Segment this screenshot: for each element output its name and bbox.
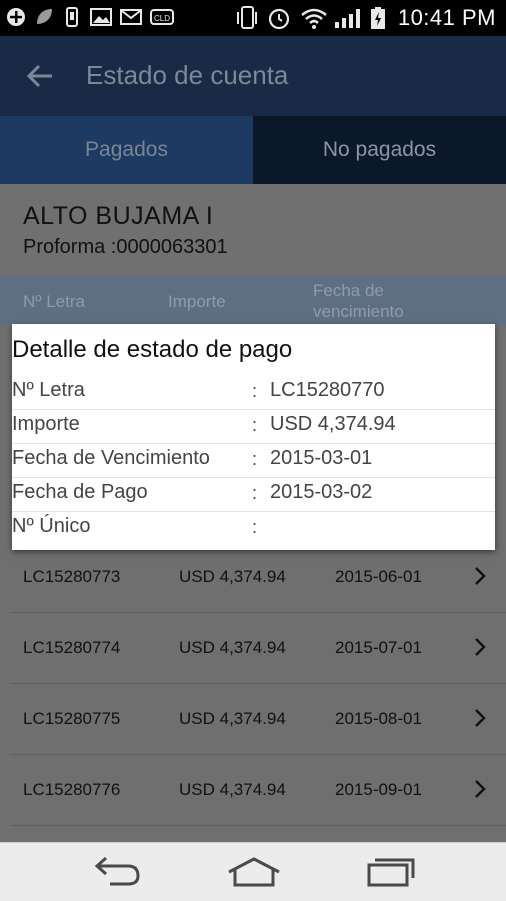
column-importe: Importe (168, 292, 226, 311)
list-item[interactable]: LC15280773 USD 4,374.94 2015-06-01 (10, 542, 506, 613)
detail-value: USD 4,374.94 (270, 413, 396, 435)
app-bar: Estado de cuenta (0, 36, 506, 116)
column-letra: Nº Letra (23, 292, 85, 311)
leaf-icon (34, 6, 54, 28)
detail-separator: : (252, 381, 258, 401)
detail-value: 2015-03-01 (270, 447, 373, 469)
detail-row-letra: Nº Letra : LC15280770 (12, 375, 495, 410)
phone-vibrate-icon (236, 6, 257, 29)
detail-label: Importe (12, 413, 80, 435)
back-arrow-icon[interactable] (26, 62, 54, 90)
detail-label: Fecha de Vencimiento (12, 447, 210, 469)
tab-bar: Pagados No pagados (0, 116, 506, 184)
detail-separator: : (252, 483, 258, 503)
detail-row-vencimiento: Fecha de Vencimiento : 2015-03-01 (12, 443, 495, 478)
alarm-icon (266, 6, 292, 30)
chevron-right-icon (472, 636, 488, 658)
row-fecha: 2015-07-01 (335, 638, 422, 657)
row-fecha: 2015-06-01 (335, 567, 422, 586)
detail-row-importe: Importe : USD 4,374.94 (12, 409, 495, 444)
detail-value: 2015-03-02 (270, 481, 373, 503)
project-header: ALTO BUJAMA I Proforma :0000063301 (0, 184, 506, 276)
list-item[interactable]: LC15280776 USD 4,374.94 2015-09-01 (10, 755, 506, 826)
row-importe: USD 4,374.94 (179, 709, 286, 728)
row-letra: LC15280775 (23, 709, 121, 728)
gmail-icon (120, 6, 142, 28)
project-name: ALTO BUJAMA I (23, 202, 214, 230)
wifi-icon (300, 6, 328, 29)
status-bar: CLD 10:41 PM (0, 0, 506, 36)
payment-detail-dialog: Detalle de estado de pago Nº Letra : LC1… (12, 324, 495, 550)
chevron-right-icon (472, 778, 488, 800)
battery-icon (368, 6, 388, 29)
svg-text:CLD: CLD (154, 14, 170, 23)
detail-row-unico: Nº Único : (12, 511, 495, 545)
detail-separator: : (252, 415, 258, 435)
dialog-title: Detalle de estado de pago (12, 336, 293, 363)
system-nav-bar (0, 842, 506, 901)
list-item[interactable]: LC15280774 USD 4,374.94 2015-07-01 (10, 613, 506, 684)
detail-label: Nº Único (12, 515, 91, 537)
signal-icon (334, 6, 364, 28)
page-title: Estado de cuenta (86, 60, 289, 90)
tab-no-pagados[interactable]: No pagados (253, 116, 506, 184)
detail-separator: : (252, 517, 258, 537)
row-letra: LC15280774 (23, 638, 121, 657)
detail-separator: : (252, 449, 258, 469)
add-icon (6, 6, 26, 28)
list-item[interactable]: LC15280775 USD 4,374.94 2015-08-01 (10, 684, 506, 755)
cloud-drive-icon: CLD (150, 6, 174, 28)
row-letra: LC15280776 (23, 780, 121, 799)
detail-label: Nº Letra (12, 379, 85, 401)
detail-row-pago: Fecha de Pago : 2015-03-02 (12, 477, 495, 512)
detail-value: LC15280770 (270, 379, 385, 401)
detail-label: Fecha de Pago (12, 481, 148, 503)
chevron-right-icon (472, 565, 488, 587)
column-header: Nº Letra Importe Fecha de vencimiento (0, 276, 506, 326)
image-icon (90, 6, 112, 28)
chevron-right-icon (472, 707, 488, 729)
row-fecha: 2015-08-01 (335, 709, 422, 728)
recent-apps-icon[interactable] (366, 856, 416, 893)
home-nav-icon[interactable] (226, 856, 282, 893)
tab-pagados[interactable]: Pagados (0, 116, 253, 184)
row-letra: LC15280773 (23, 567, 121, 586)
status-time: 10:41 PM (397, 5, 496, 30)
row-fecha: 2015-09-01 (335, 780, 422, 799)
proforma-number: Proforma :0000063301 (23, 236, 228, 258)
usb-icon (62, 6, 82, 28)
row-importe: USD 4,374.94 (179, 567, 286, 586)
row-importe: USD 4,374.94 (179, 638, 286, 657)
row-importe: USD 4,374.94 (179, 780, 286, 799)
back-nav-icon[interactable] (92, 856, 142, 893)
column-fecha: Fecha de vencimiento (313, 281, 404, 321)
